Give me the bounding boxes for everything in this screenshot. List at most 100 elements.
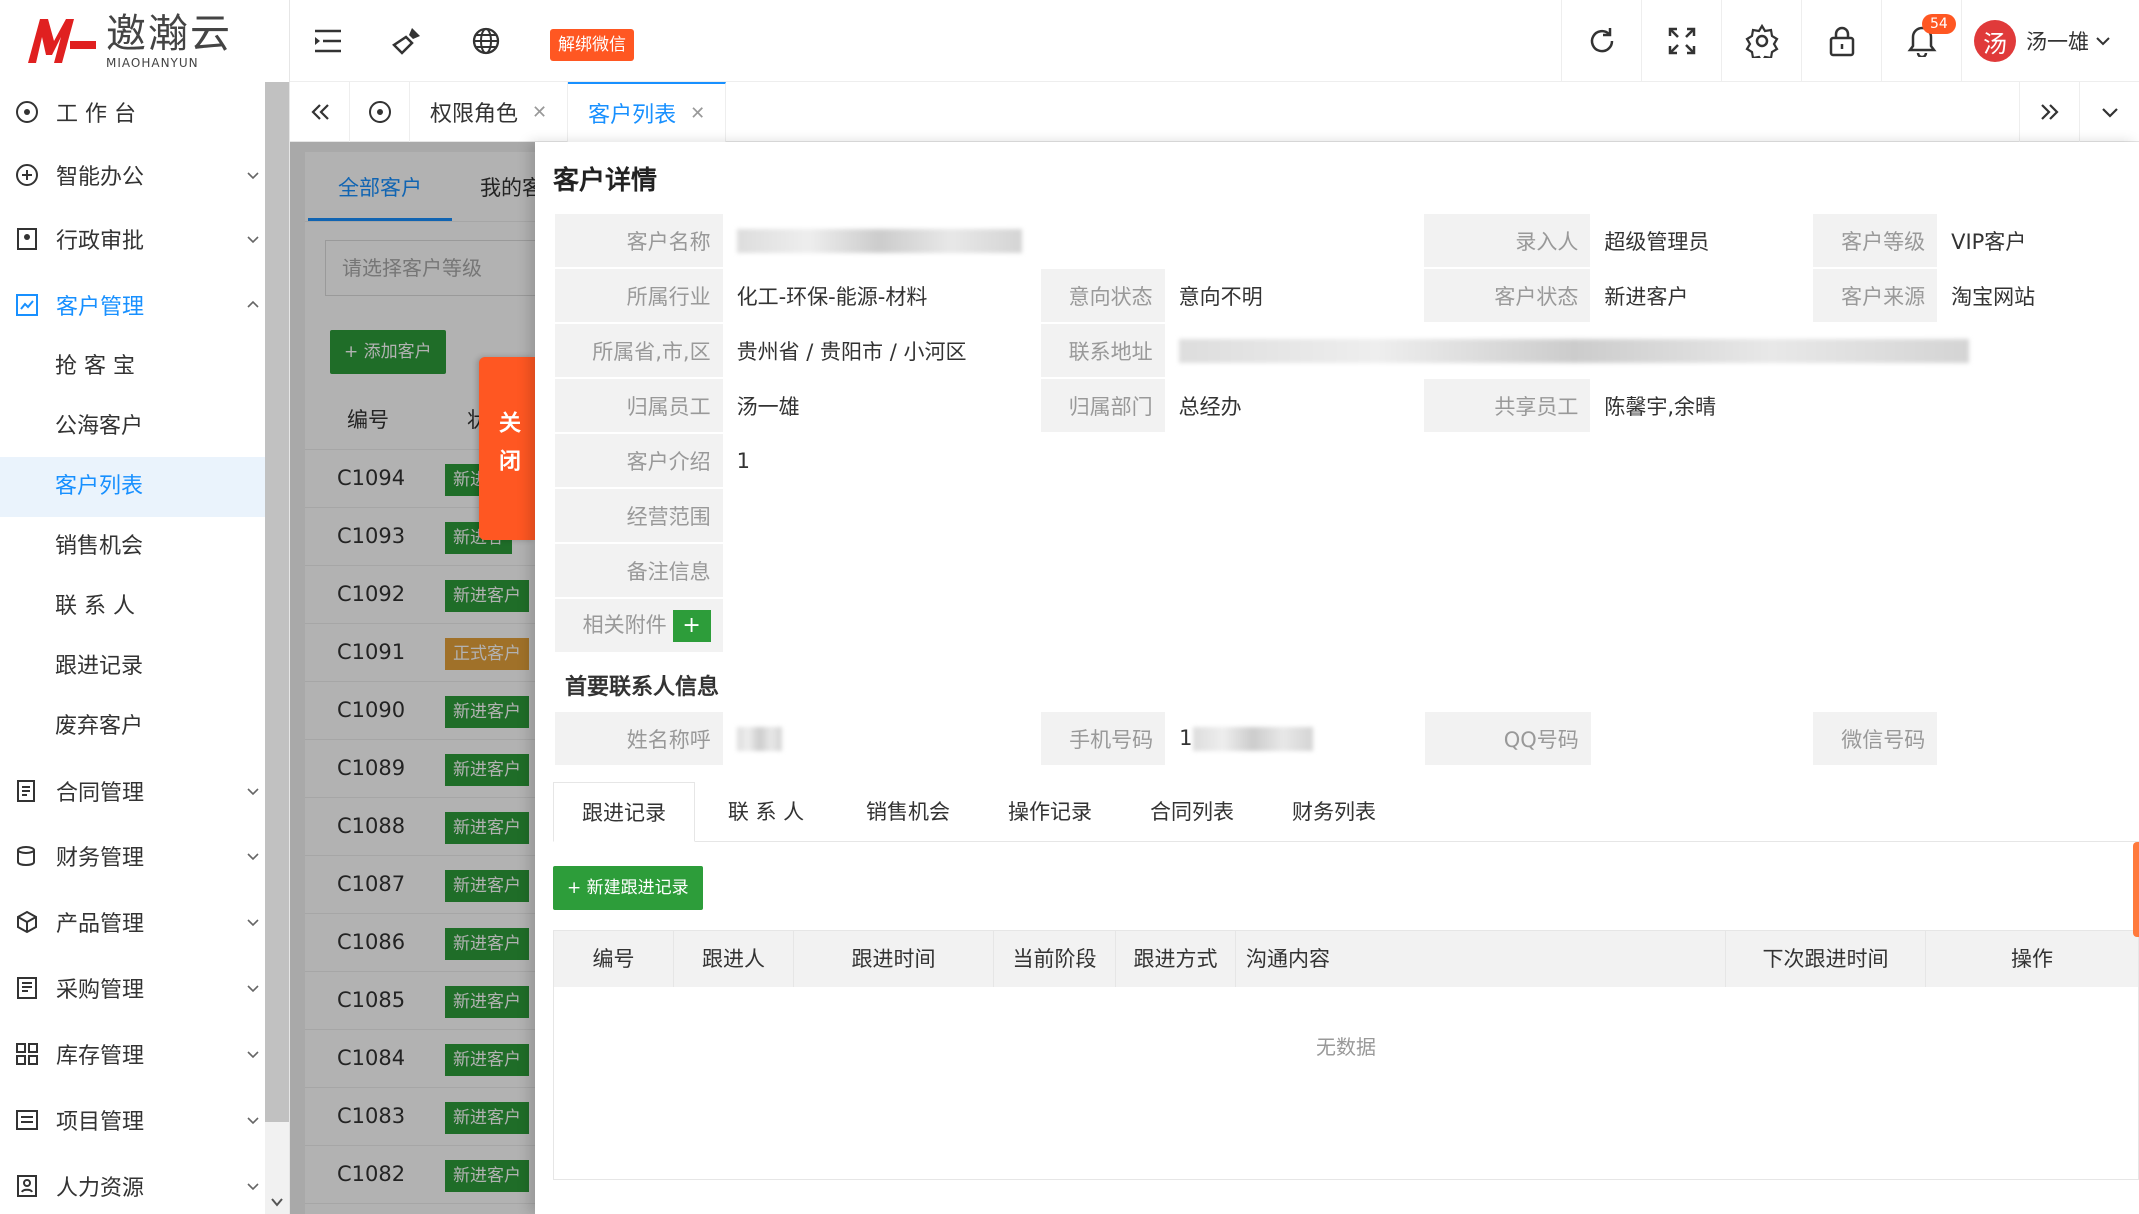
column-header: 跟进方式: [1116, 931, 1236, 987]
tab-home[interactable]: [350, 82, 410, 142]
sidebar-item-projects[interactable]: 项目管理: [0, 1090, 265, 1150]
value-address: [1164, 322, 2139, 379]
tab-opportunities[interactable]: 销售机会: [837, 782, 979, 842]
tab-contacts[interactable]: 联 系 人: [695, 782, 837, 842]
sidebar-item-products[interactable]: 产品管理: [0, 892, 265, 952]
value-phone: 1: [1165, 710, 1425, 767]
chevron-down-icon: [2101, 108, 2118, 118]
sidebar-item-customers[interactable]: 客户管理: [0, 275, 265, 335]
value-attachments: [722, 597, 2139, 654]
column-header: 下次跟进时间: [1726, 931, 1926, 987]
value-intent-status: 意向不明: [1164, 267, 1425, 324]
value-entry-person: 超级管理员: [1590, 212, 1814, 269]
sidebar-item-label: 产品管理: [56, 912, 145, 937]
label-contact-name: 姓名称呼: [553, 710, 725, 767]
sidebar-item-approval[interactable]: 行政审批: [0, 209, 265, 269]
column-header: 当前阶段: [994, 931, 1116, 987]
side-drawer-handle[interactable]: [2133, 842, 2139, 937]
close-panel-button[interactable]: 关闭: [479, 357, 535, 540]
modal-overlay[interactable]: [290, 142, 535, 1214]
clean-cache-icon[interactable]: [388, 21, 428, 61]
user-menu[interactable]: 汤 汤一雄: [1961, 0, 2139, 82]
sidebar-subitem-contacts[interactable]: 联 系 人: [0, 577, 265, 637]
lock-screen-button[interactable]: [1801, 0, 1881, 82]
close-icon[interactable]: ✕: [532, 102, 547, 123]
value-customer-name: [722, 212, 1425, 269]
notifications-button[interactable]: 54: [1881, 0, 1961, 82]
value-business-scope: [722, 487, 2139, 544]
tab-followups[interactable]: 跟进记录: [553, 782, 695, 842]
followup-table-header: 编号 跟进人 跟进时间 当前阶段 跟进方式 沟通内容 下次跟进时间 操作: [554, 931, 2138, 987]
hr-icon: [12, 1171, 42, 1201]
tab-finance[interactable]: 财务列表: [1263, 782, 1405, 842]
close-icon[interactable]: ✕: [690, 103, 705, 124]
chevron-down-icon: [247, 172, 259, 180]
globe-icon[interactable]: [466, 21, 506, 61]
label-attachments: 相关附件 +: [553, 597, 725, 654]
brand-name-en: MIAOHANYUN: [106, 56, 199, 70]
sidebar-item-dashboard[interactable]: 工 作 台: [0, 82, 265, 142]
detail-tabs: 跟进记录 联 系 人 销售机会 操作记录 合同列表 财务列表: [553, 782, 2139, 842]
tab-customer-list[interactable]: 客户列表 ✕: [568, 82, 727, 142]
chevron-down-icon: [247, 1183, 259, 1191]
column-header: 沟通内容: [1236, 931, 1726, 987]
label-customer-source: 客户来源: [1811, 267, 1940, 324]
sidebar-scrollbar-thumb[interactable]: [265, 82, 289, 1122]
settings-button[interactable]: [1721, 0, 1801, 82]
tab-operation-log[interactable]: 操作记录: [979, 782, 1121, 842]
chevron-down-icon: [247, 236, 259, 244]
sidebar-item-purchase[interactable]: 采购管理: [0, 958, 265, 1018]
label-wechat: 微信号码: [1811, 710, 1940, 767]
label-customer-level: 客户等级: [1811, 212, 1940, 269]
add-attachment-button[interactable]: +: [672, 610, 711, 642]
avatar: 汤: [1974, 20, 2016, 62]
refresh-button[interactable]: [1561, 0, 1641, 82]
sidebar-item-finance[interactable]: 财务管理: [0, 826, 265, 886]
sidebar-item-hr[interactable]: 人力资源: [0, 1156, 265, 1214]
sidebar-subitem-followups[interactable]: 跟进记录: [0, 637, 265, 697]
label-intent-status: 意向状态: [1038, 267, 1167, 324]
label-qq: QQ号码: [1422, 710, 1593, 767]
phone-prefix: 1: [1179, 726, 1193, 750]
finance-icon: [12, 841, 42, 871]
sidebar-item-label: 行政审批: [56, 229, 145, 254]
tab-options-button[interactable]: [2079, 82, 2139, 142]
sidebar-item-office[interactable]: 智能办公: [0, 145, 265, 205]
tab-role-permissions[interactable]: 权限角色 ✕: [410, 82, 569, 142]
chevron-down-icon: [247, 919, 259, 927]
label-region: 所属省,市,区: [553, 322, 725, 379]
sidebar-subitem-customer-list[interactable]: 客户列表: [0, 457, 265, 517]
empty-state: 无数据: [1316, 1035, 1376, 1059]
label-business-scope: 经营范围: [553, 487, 725, 544]
sidebar-subitem-grab[interactable]: 抢 客 宝: [0, 337, 265, 397]
scroll-down-arrow-icon[interactable]: [265, 1190, 290, 1214]
tab-label: 客户列表: [588, 103, 677, 128]
sidebar-subitem-public-pool[interactable]: 公海客户: [0, 397, 265, 457]
new-followup-button[interactable]: + 新建跟进记录: [553, 866, 703, 910]
sidebar-subitem-opportunities[interactable]: 销售机会: [0, 517, 265, 577]
label-phone: 手机号码: [1039, 710, 1168, 767]
menu-toggle-icon[interactable]: [308, 21, 348, 61]
project-icon: [12, 1105, 42, 1135]
sidebar-subitem-discarded[interactable]: 废弃客户: [0, 697, 265, 757]
label-shared-staff: 共享员工: [1422, 377, 1593, 434]
column-header: 跟进人: [674, 931, 794, 987]
value-qq: [1590, 710, 1814, 767]
contract-icon: [12, 776, 42, 806]
sidebar-item-label: 工 作 台: [56, 102, 136, 127]
attachments-label: 相关附件: [582, 613, 667, 637]
customer-detail-panel: 客户详情 客户名称 录入人 超级管理员 客户等级 VIP客户 所属行业 化工-环…: [535, 142, 2139, 1214]
sidebar-item-inventory[interactable]: 库存管理: [0, 1024, 265, 1084]
value-customer-status: 新进客户: [1590, 267, 1814, 324]
tab-scroll-right-button[interactable]: [2019, 82, 2079, 142]
fullscreen-button[interactable]: [1641, 0, 1721, 82]
label-entry-person: 录入人: [1422, 212, 1593, 269]
redacted-text: [1178, 339, 1969, 363]
tab-scroll-left-button[interactable]: [290, 82, 350, 142]
unbind-wechat-button[interactable]: 解绑微信: [550, 29, 634, 61]
tab-contracts[interactable]: 合同列表: [1121, 782, 1263, 842]
purchase-icon: [12, 973, 42, 1003]
sidebar-item-contracts[interactable]: 合同管理: [0, 761, 265, 821]
value-remark: [722, 542, 2139, 599]
primary-contact-table: 姓名称呼 手机号码 1 QQ号码 微信号码: [553, 710, 2139, 767]
